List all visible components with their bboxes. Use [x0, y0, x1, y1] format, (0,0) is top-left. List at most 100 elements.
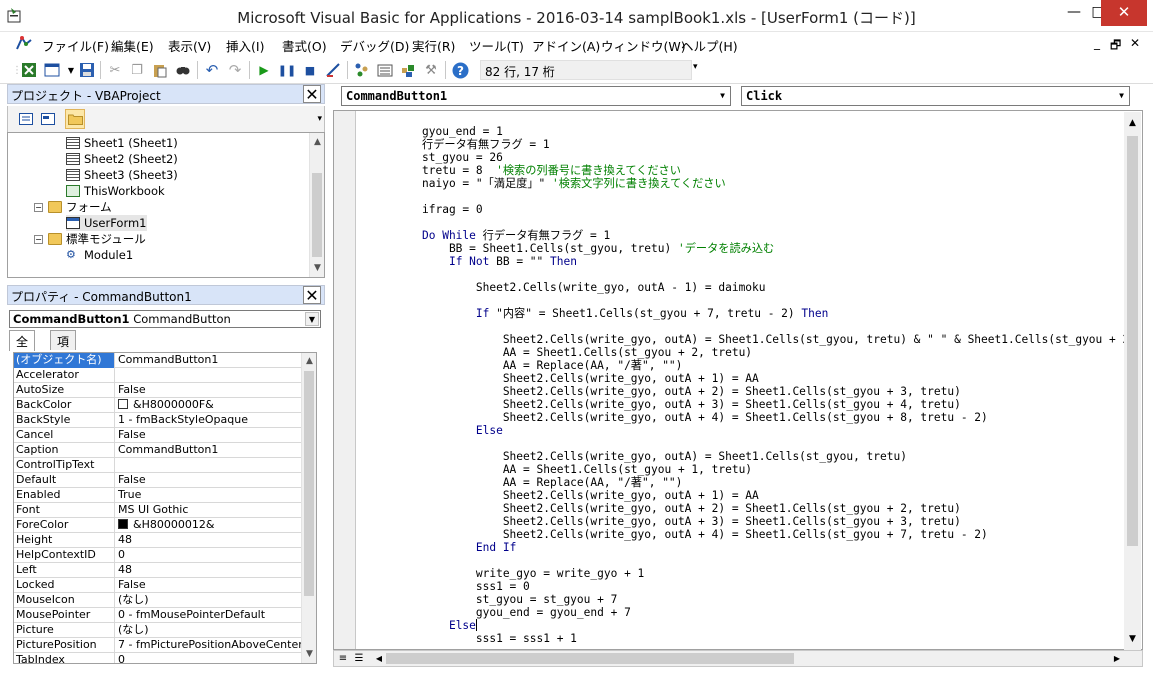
prop-value[interactable]: CommandButton1 — [116, 353, 303, 368]
prop-row[interactable]: Picture (なし) — [14, 623, 303, 638]
object-combo[interactable]: CommandButton1 ▼ — [341, 86, 731, 106]
prop-value[interactable]: (なし) — [116, 623, 303, 638]
project-tree-scrollbar[interactable]: ▲ ▼ — [309, 133, 324, 277]
close-button[interactable]: ✕ — [1101, 0, 1147, 26]
mdi-minimize-button[interactable]: _ — [1094, 36, 1100, 50]
prop-row[interactable]: ForeColor &H80000012& — [14, 518, 303, 533]
code-line[interactable]: Sheet2.Cells(write_gyo, outA + 1) = AA — [422, 372, 759, 385]
prop-value[interactable]: 0 — [116, 653, 303, 663]
chevron-down-icon[interactable]: ▼ — [716, 89, 729, 103]
code-line[interactable]: End If — [422, 541, 516, 554]
find-icon[interactable] — [174, 61, 192, 79]
collapse-icon[interactable]: − — [34, 203, 43, 212]
object-selector[interactable]: CommandButton1 CommandButton ▼ — [9, 310, 321, 328]
menu-tools[interactable]: ツール(T) — [469, 36, 524, 55]
code-line[interactable]: st_gyou = 26 — [422, 151, 503, 164]
code-line[interactable]: BB = Sheet1.Cells(st_gyou, tretu) 'データを読… — [422, 242, 774, 255]
prop-value[interactable]: &H8000000F& — [116, 398, 303, 413]
prop-value[interactable]: 7 - fmPicturePositionAboveCenter — [116, 638, 303, 653]
prop-value[interactable]: 48 — [116, 563, 303, 578]
prop-row[interactable]: Left 48 — [14, 563, 303, 578]
code-line[interactable]: gyou_end = 1 — [422, 125, 503, 138]
prop-value[interactable]: MS UI Gothic — [116, 503, 303, 518]
menu-insert[interactable]: 挿入(I) — [226, 36, 264, 55]
code-line[interactable]: Sheet2.Cells(write_gyo, outA + 2) = Shee… — [422, 385, 961, 398]
code-line[interactable]: Sheet2.Cells(write_gyo, outA) = Sheet1.C… — [422, 450, 907, 463]
toolbar-options-icon[interactable]: ▾ — [693, 62, 698, 72]
tree-item-sheet2[interactable]: Sheet2 (Sheet2) — [66, 151, 178, 167]
code-line[interactable]: AA = Replace(AA, "/著", "") — [422, 476, 683, 489]
menu-view[interactable]: 表示(V) — [168, 36, 211, 55]
procedure-view-icon[interactable]: ≡ — [336, 652, 350, 665]
redo-icon[interactable]: ↷ — [226, 61, 244, 79]
prop-value[interactable] — [116, 458, 303, 473]
prop-value[interactable]: &H80000012& — [116, 518, 303, 533]
code-line[interactable]: AA = Replace(AA, "/著", "") — [422, 359, 683, 372]
code-line[interactable]: tretu = 8 '検索の列番号に書き換えてください — [422, 164, 681, 177]
menu-file[interactable]: ファイル(F) — [42, 36, 109, 55]
close-icon[interactable]: ✕ — [303, 85, 321, 103]
insert-userform-icon[interactable] — [43, 61, 61, 79]
code-editor[interactable]: gyou_end = 1 行データ有無フラグ = 1 st_gyou = 26 tre… — [333, 110, 1143, 650]
full-module-view-icon[interactable]: ☰ — [352, 652, 366, 665]
code-horizontal-scrollbar[interactable]: ≡ ☰ ◀ ▶ — [333, 650, 1143, 667]
chevron-down-icon[interactable]: ▼ — [1115, 89, 1128, 103]
code-line[interactable]: If "内容" = Sheet1.Cells(st_gyou + 7, tret… — [422, 307, 828, 320]
toggle-folders-icon[interactable] — [65, 109, 85, 129]
code-line[interactable]: Sheet2.Cells(write_gyo, outA + 4) = Shee… — [422, 411, 988, 424]
prop-row[interactable]: Default False — [14, 473, 303, 488]
code-line[interactable]: Sheet2.Cells(write_gyo, outA + 3) = Shee… — [422, 398, 961, 411]
prop-row[interactable]: AutoSize False — [14, 383, 303, 398]
menu-debug[interactable]: デバッグ(D) — [340, 36, 409, 55]
scrollbar-thumb[interactable] — [386, 653, 794, 664]
code-line[interactable]: Do While 行データ有無フラグ = 1 — [422, 229, 610, 242]
properties-scrollbar[interactable]: ▲ ▼ — [301, 353, 316, 663]
code-line[interactable]: Sheet2.Cells(write_gyo, outA - 1) = daim… — [422, 281, 766, 294]
menu-run[interactable]: 実行(R) — [412, 36, 455, 55]
scroll-down-icon[interactable]: ▼ — [1124, 634, 1141, 644]
prop-value[interactable]: (なし) — [116, 593, 303, 608]
code-line[interactable]: Sheet2.Cells(write_gyo, outA + 1) = AA — [422, 489, 759, 502]
menu-window[interactable]: ウィンドウ(W) — [601, 36, 686, 55]
scroll-right-icon[interactable]: ▶ — [1110, 652, 1124, 665]
prop-value[interactable]: False — [116, 383, 303, 398]
code-line[interactable]: AA = Sheet1.Cells(st_gyou + 1, tretu) — [422, 463, 752, 476]
tree-item-userform1[interactable]: UserForm1 — [66, 215, 147, 231]
chevron-down-icon[interactable]: ▾ — [317, 114, 322, 124]
menu-help[interactable]: ヘルプ(H) — [681, 36, 738, 55]
properties-window-icon[interactable] — [376, 61, 394, 79]
collapse-icon[interactable]: − — [34, 235, 43, 244]
scroll-up-icon[interactable]: ▲ — [302, 354, 316, 368]
code-line[interactable]: Else — [422, 619, 477, 632]
help-icon[interactable]: ? — [451, 61, 469, 79]
scroll-left-icon[interactable]: ◀ — [372, 652, 386, 665]
code-line[interactable]: write_gyo = write_gyo + 1 — [422, 567, 644, 580]
prop-value[interactable]: False — [116, 428, 303, 443]
view-object-icon[interactable] — [38, 109, 58, 129]
prop-row[interactable]: Caption CommandButton1 — [14, 443, 303, 458]
code-line[interactable]: naiyo = "「満足度」" '検索文字列に書き換えてください — [422, 177, 726, 190]
prop-row[interactable]: Font MS UI Gothic — [14, 503, 303, 518]
code-line[interactable]: AA = Sheet1.Cells(st_gyou + 2, tretu) — [422, 346, 752, 359]
scroll-down-icon[interactable]: ▼ — [302, 647, 316, 661]
save-icon[interactable] — [78, 61, 96, 79]
prop-value[interactable]: 0 - fmMousePointerDefault — [116, 608, 303, 623]
tree-item-sheet1[interactable]: Sheet1 (Sheet1) — [66, 135, 178, 151]
prop-value[interactable]: 0 — [116, 548, 303, 563]
prop-row[interactable]: PicturePosition 7 - fmPicturePositionAbov… — [14, 638, 303, 653]
code-line[interactable]: sss1 = sss1 + 1 — [422, 632, 577, 645]
prop-row[interactable]: BackStyle 1 - fmBackStyleOpaque — [14, 413, 303, 428]
prop-row[interactable]: ControlTipText — [14, 458, 303, 473]
prop-value[interactable] — [116, 368, 303, 383]
scroll-down-icon[interactable]: ▼ — [310, 261, 324, 275]
prop-row[interactable]: MousePointer 0 - fmMousePointerDefault — [14, 608, 303, 623]
procedure-combo[interactable]: Click ▼ — [741, 86, 1130, 106]
code-line[interactable]: 行データ有無フラグ = 1 — [422, 138, 550, 151]
prop-value[interactable]: 48 — [116, 533, 303, 548]
toolbox-icon[interactable]: ⚒ — [422, 61, 440, 79]
menu-edit[interactable]: 編集(E) — [111, 36, 154, 55]
prop-row[interactable]: Enabled True — [14, 488, 303, 503]
tree-item-sheet3[interactable]: Sheet3 (Sheet3) — [66, 167, 178, 183]
tree-item-module1[interactable]: ⚙ Module1 — [66, 247, 133, 263]
tree-item-modules-folder[interactable]: 標準モジュール — [48, 231, 146, 247]
